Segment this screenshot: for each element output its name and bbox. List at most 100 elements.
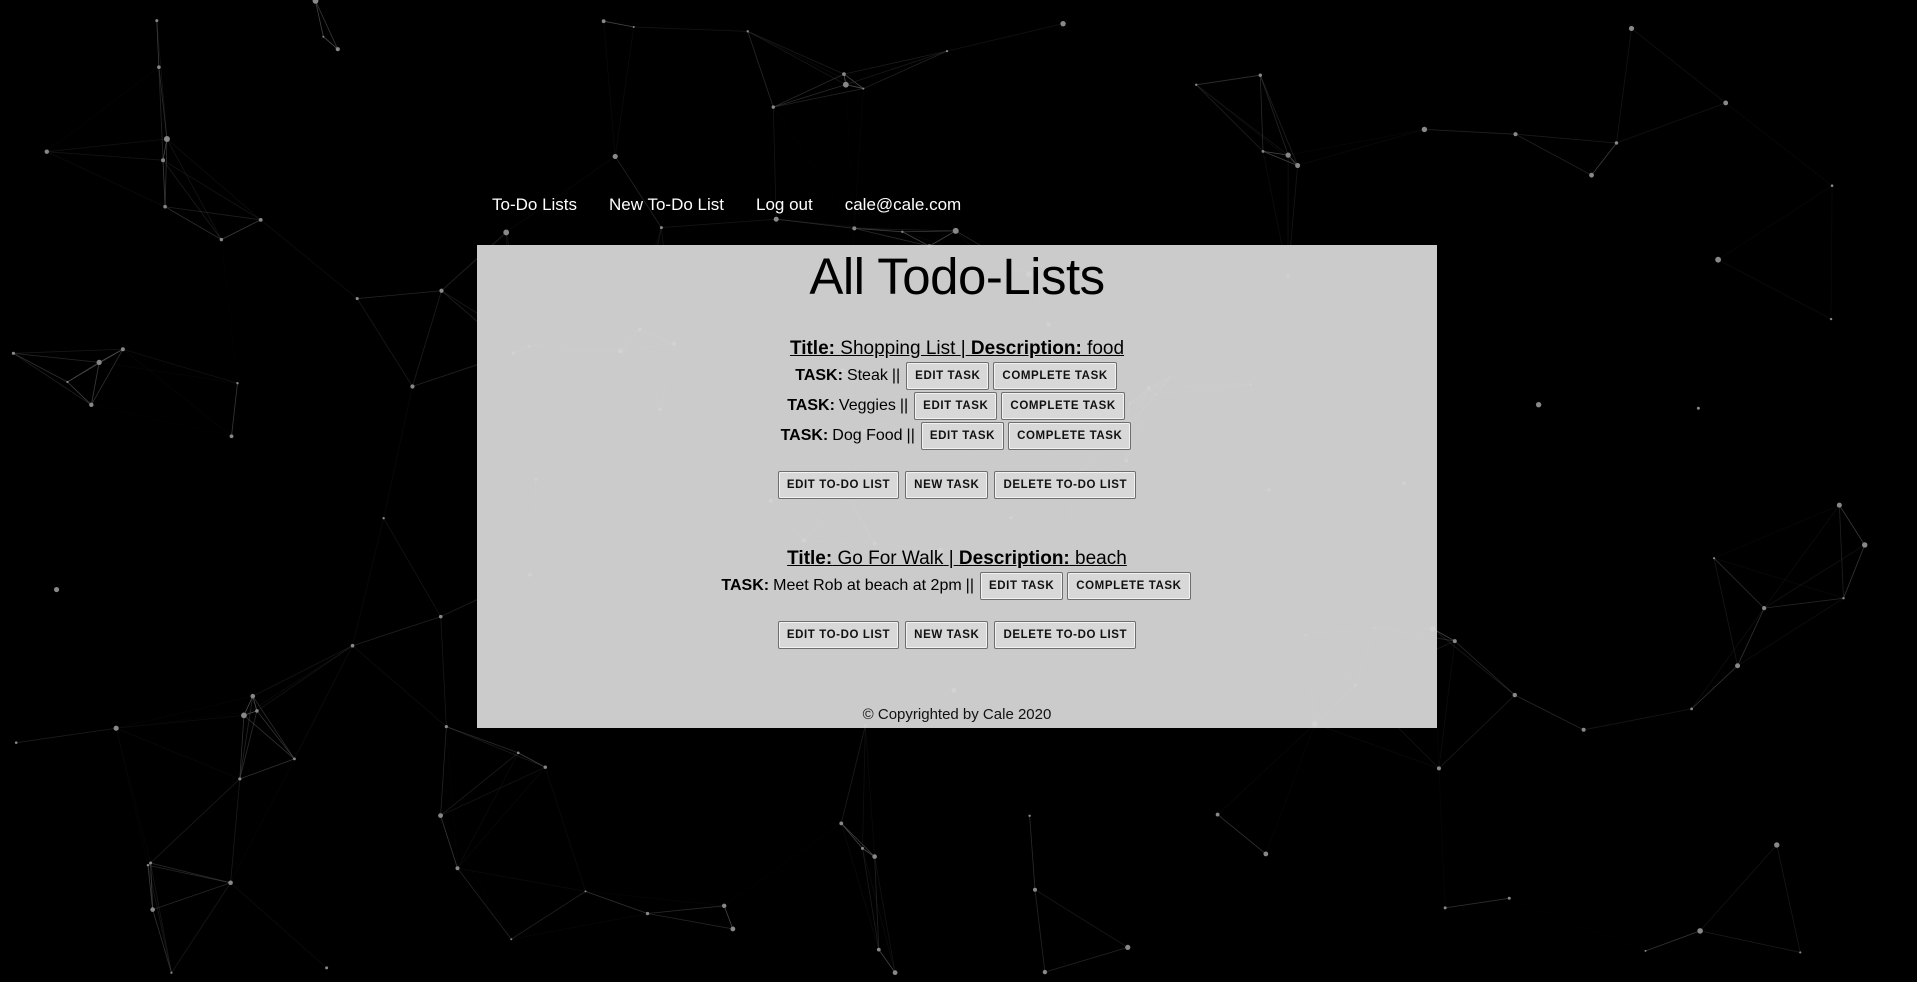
task-separator: || — [906, 427, 915, 444]
network-node — [1614, 141, 1619, 145]
network-node — [1513, 132, 1518, 137]
network-line — [67, 362, 100, 383]
network-line — [1839, 504, 1866, 546]
network-line — [457, 867, 512, 940]
network-line — [243, 715, 295, 760]
edit-todo-list-button[interactable]: EDIT TO-DO LIST — [777, 621, 900, 649]
task-row: TASK: Meet Rob at beach at 2pm || EDIT T… — [477, 571, 1437, 601]
network-line — [221, 219, 261, 240]
network-node — [722, 903, 727, 909]
new-task-button[interactable]: NEW TASK — [905, 471, 989, 499]
network-node — [335, 47, 340, 52]
complete-task-button[interactable]: COMPLETE TASK — [1067, 572, 1191, 600]
network-node — [601, 19, 606, 24]
network-node — [146, 864, 150, 867]
network-node — [170, 971, 173, 974]
network-node — [771, 105, 775, 109]
delete-todo-list-button[interactable]: DELETE TO-DO LIST — [994, 471, 1137, 499]
list-heading[interactable]: Title: Shopping List | Description: food — [477, 337, 1437, 361]
edit-task-button[interactable]: EDIT TASK — [979, 572, 1064, 600]
network-node — [1836, 502, 1842, 508]
nav-todo-lists-link[interactable]: To-Do Lists — [492, 195, 577, 215]
title-label: Title: — [787, 548, 833, 569]
edit-task-button[interactable]: EDIT TASK — [920, 422, 1005, 450]
network-line — [1645, 930, 1701, 952]
network-node — [892, 970, 898, 976]
network-line — [352, 616, 441, 647]
network-line — [1763, 504, 1840, 609]
edit-task-button[interactable]: EDIT TASK — [914, 392, 998, 420]
complete-task-button[interactable]: COMPLETE TASK — [1001, 392, 1125, 420]
network-node — [1028, 814, 1031, 817]
network-node — [236, 382, 239, 385]
network-node — [89, 402, 94, 408]
network-line — [315, 0, 339, 50]
edit-task-button[interactable]: EDIT TASK — [906, 362, 990, 390]
network-line — [1259, 75, 1264, 152]
network-node — [1696, 406, 1700, 410]
network-line — [260, 219, 358, 299]
nav-logout-link[interactable]: Log out — [756, 195, 813, 215]
network-line — [1259, 75, 1289, 156]
task-label: TASK: — [795, 367, 843, 384]
network-line — [323, 36, 339, 50]
network-node — [96, 359, 102, 365]
network-node — [842, 72, 846, 76]
network-node — [1507, 896, 1511, 900]
network-line — [647, 905, 725, 914]
new-task-button[interactable]: NEW TASK — [905, 621, 989, 649]
network-node — [228, 880, 233, 886]
edit-todo-list-button[interactable]: EDIT TO-DO LIST — [777, 471, 900, 499]
network-node — [163, 135, 170, 142]
network-line — [99, 361, 238, 384]
network-line — [91, 383, 237, 405]
network-node — [120, 347, 125, 352]
network-node — [1042, 969, 1048, 975]
task-row: TASK: Veggies || EDIT TASK COMPLETE TASK — [477, 391, 1437, 421]
network-line — [1438, 768, 1446, 908]
network-line — [256, 710, 295, 760]
network-line — [1432, 628, 1516, 696]
network-node — [1261, 149, 1265, 153]
network-line — [1583, 708, 1692, 731]
network-line — [67, 381, 92, 406]
complete-task-button[interactable]: COMPLETE TASK — [1008, 422, 1132, 450]
network-line — [162, 159, 261, 221]
network-node — [1443, 906, 1447, 910]
network-line — [1195, 84, 1298, 166]
nav-new-todo-list-link[interactable]: New To-Do List — [609, 195, 724, 215]
delete-todo-list-button[interactable]: DELETE TO-DO LIST — [994, 621, 1137, 649]
network-node — [952, 227, 959, 234]
network-line — [840, 823, 863, 849]
heading-separator: | — [960, 338, 966, 359]
network-line — [863, 50, 948, 89]
network-line — [256, 645, 353, 712]
network-node — [53, 586, 60, 593]
network-line — [843, 50, 948, 75]
network-line — [773, 84, 846, 108]
network-line — [440, 815, 458, 869]
network-node — [113, 725, 119, 731]
network-node — [410, 384, 415, 389]
list-heading[interactable]: Title: Go For Walk | Description: beach — [477, 547, 1437, 571]
network-node — [543, 765, 547, 769]
network-node — [14, 741, 18, 744]
network-line — [165, 206, 261, 221]
network-node — [355, 296, 359, 301]
network-node — [1799, 951, 1802, 954]
network-line — [1514, 694, 1584, 731]
network-node — [1436, 766, 1441, 771]
network-line — [231, 383, 238, 437]
network-line — [1843, 544, 1866, 599]
network-line — [1454, 640, 1516, 696]
network-node — [229, 434, 234, 439]
network-node — [1060, 20, 1066, 27]
heading-separator: | — [948, 548, 954, 569]
network-node — [1285, 152, 1291, 158]
nav-user-email-link[interactable]: cale@cale.com — [845, 195, 961, 215]
task-separator: || — [965, 577, 974, 594]
task-text: Veggies — [838, 397, 896, 414]
page-title: All Todo-Lists — [809, 248, 1105, 305]
complete-task-button[interactable]: COMPLETE TASK — [993, 362, 1117, 390]
network-line — [147, 778, 241, 866]
